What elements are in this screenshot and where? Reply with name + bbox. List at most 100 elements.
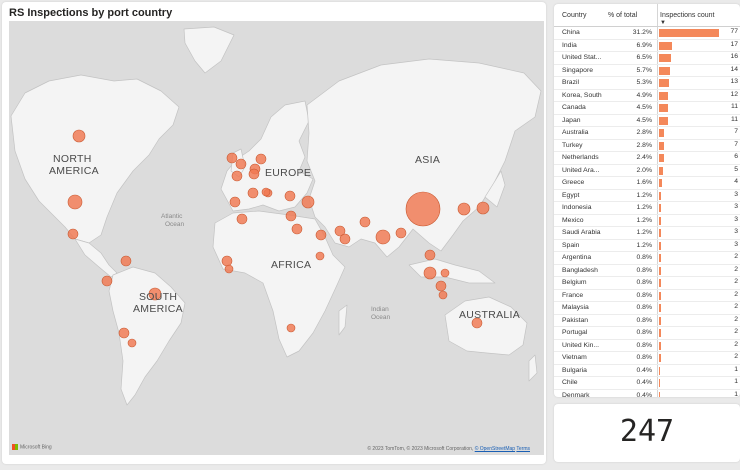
count-bar — [659, 379, 660, 387]
table-row[interactable]: Chile 0.4% 1 — [554, 376, 740, 390]
table-row[interactable]: France 0.8% 2 — [554, 289, 740, 302]
location-bubble[interactable] — [423, 266, 437, 280]
openstreetmap-link[interactable]: © OpenStreetMap — [475, 446, 515, 452]
table-row[interactable]: United Stat... 6.5% 16 — [554, 51, 740, 65]
count-bar — [659, 341, 661, 350]
country-table-visual[interactable]: Country % of total ▼ Inspections count Ch… — [554, 4, 740, 397]
location-bubble[interactable] — [286, 323, 296, 333]
location-bubble[interactable] — [476, 201, 490, 215]
location-bubble[interactable] — [229, 196, 241, 208]
cell-country: Spain — [554, 239, 606, 252]
table-row[interactable]: Singapore 5.7% 14 — [554, 64, 740, 77]
location-bubble[interactable] — [127, 338, 137, 348]
map-title: RS Inspections by port country — [9, 7, 173, 19]
table-row[interactable]: United Ara... 2.0% 5 — [554, 164, 740, 177]
count-value: 6 — [734, 153, 738, 160]
table-row[interactable]: Malaysia 0.8% 2 — [554, 301, 740, 315]
table-row[interactable]: China 31.2% 77 — [554, 26, 740, 40]
count-bar — [659, 116, 668, 125]
table-row[interactable]: Canada 4.5% 11 — [554, 101, 740, 115]
location-bubble[interactable] — [67, 194, 83, 210]
location-bubble[interactable] — [224, 264, 234, 274]
location-bubble[interactable] — [101, 275, 113, 287]
location-bubble[interactable] — [284, 190, 296, 202]
table-row[interactable]: Netherlands 2.4% 6 — [554, 151, 740, 165]
location-bubble[interactable] — [440, 268, 450, 278]
location-bubble[interactable] — [285, 210, 297, 222]
location-bubble[interactable] — [301, 195, 315, 209]
cell-pct: 2.8% — [606, 139, 658, 152]
location-bubble[interactable] — [248, 168, 260, 180]
location-bubble[interactable] — [226, 152, 238, 164]
cell-pct: 5.3% — [606, 76, 658, 90]
location-bubble[interactable] — [395, 227, 407, 239]
location-bubble[interactable] — [457, 202, 471, 216]
table-row[interactable]: Vietnam 0.8% 2 — [554, 351, 740, 365]
table-row[interactable]: Spain 1.2% 3 — [554, 239, 740, 252]
table-row[interactable]: Brazil 5.3% 13 — [554, 76, 740, 90]
table-row[interactable]: Argentina 0.8% 2 — [554, 251, 740, 265]
count-value: 12 — [730, 90, 738, 98]
location-bubble[interactable] — [375, 229, 391, 245]
region-label-north: NORTH — [53, 153, 92, 165]
table-row[interactable]: Australia 2.8% 7 — [554, 126, 740, 140]
region-label-asia: ASIA — [415, 154, 440, 166]
location-bubble[interactable] — [291, 223, 303, 235]
location-bubble[interactable] — [118, 327, 130, 339]
region-label-australia: AUSTRALIA — [459, 309, 520, 321]
table-row[interactable]: Denmark 0.4% 1 — [554, 389, 740, 397]
location-bubble[interactable] — [221, 255, 233, 267]
cell-pct: 0.8% — [606, 351, 658, 365]
world-map[interactable]: NORTH AMERICA EUROPE ASIA AFRICA SOUTH A… — [9, 21, 544, 455]
kpi-card[interactable]: 247 — [554, 404, 740, 462]
location-bubble[interactable] — [247, 187, 259, 199]
location-bubble[interactable] — [231, 170, 243, 182]
table-row[interactable]: Portugal 0.8% 2 — [554, 326, 740, 340]
location-bubble[interactable] — [236, 213, 248, 225]
table-row[interactable]: Korea, South 4.9% 12 — [554, 89, 740, 102]
column-header-count[interactable]: ▼ Inspections count — [657, 4, 740, 27]
table-row[interactable]: Bulgaria 0.4% 1 — [554, 364, 740, 377]
table-row[interactable]: Turkey 2.8% 7 — [554, 139, 740, 152]
table-row[interactable]: Mexico 1.2% 3 — [554, 214, 740, 227]
count-bar — [659, 329, 661, 337]
location-bubble[interactable] — [261, 187, 271, 197]
location-bubble[interactable] — [435, 280, 447, 292]
location-bubble[interactable] — [424, 249, 436, 261]
location-bubble[interactable] — [405, 191, 441, 227]
table-header-row: Country % of total ▼ Inspections count — [554, 4, 740, 27]
location-bubble[interactable] — [72, 129, 86, 143]
column-header-country[interactable]: Country — [554, 4, 606, 27]
column-header-pct[interactable]: % of total — [606, 4, 658, 27]
table-row[interactable]: India 6.9% 17 — [554, 39, 740, 52]
location-bubble[interactable] — [339, 233, 351, 245]
table-row[interactable]: Egypt 1.2% 3 — [554, 189, 740, 202]
location-bubble[interactable] — [315, 251, 325, 261]
cell-country: Australia — [554, 126, 606, 140]
count-bar — [659, 154, 664, 162]
table-row[interactable]: Bangladesh 0.8% 2 — [554, 264, 740, 277]
location-bubble[interactable] — [255, 153, 267, 165]
count-bar — [659, 141, 665, 150]
table-row[interactable]: Belgium 0.8% 2 — [554, 276, 740, 290]
location-bubble[interactable] — [438, 290, 448, 300]
count-bar — [659, 366, 660, 375]
map-visual[interactable]: RS Inspections by port country NORTH AME… — [2, 2, 546, 464]
cell-count: 5 — [657, 164, 740, 177]
location-bubble[interactable] — [67, 228, 79, 240]
table-row[interactable]: Pakistan 0.8% 2 — [554, 314, 740, 327]
table-row[interactable]: Indonesia 1.2% 3 — [554, 201, 740, 215]
cell-pct: 6.5% — [606, 51, 658, 65]
table-row[interactable]: United Kin... 0.8% 2 — [554, 339, 740, 352]
table-row[interactable]: Greece 1.6% 4 — [554, 176, 740, 190]
location-bubble[interactable] — [359, 216, 371, 228]
cell-country: Mexico — [554, 214, 606, 227]
location-bubble[interactable] — [315, 229, 327, 241]
table-row[interactable]: Saudi Arabia 1.2% 3 — [554, 226, 740, 240]
count-bar — [659, 41, 673, 50]
terms-link[interactable]: Terms — [516, 446, 530, 452]
location-bubble[interactable] — [235, 158, 247, 170]
ocean-label-atlantic-2: Ocean — [165, 221, 185, 228]
table-row[interactable]: Japan 4.5% 11 — [554, 114, 740, 127]
location-bubble[interactable] — [120, 255, 132, 267]
